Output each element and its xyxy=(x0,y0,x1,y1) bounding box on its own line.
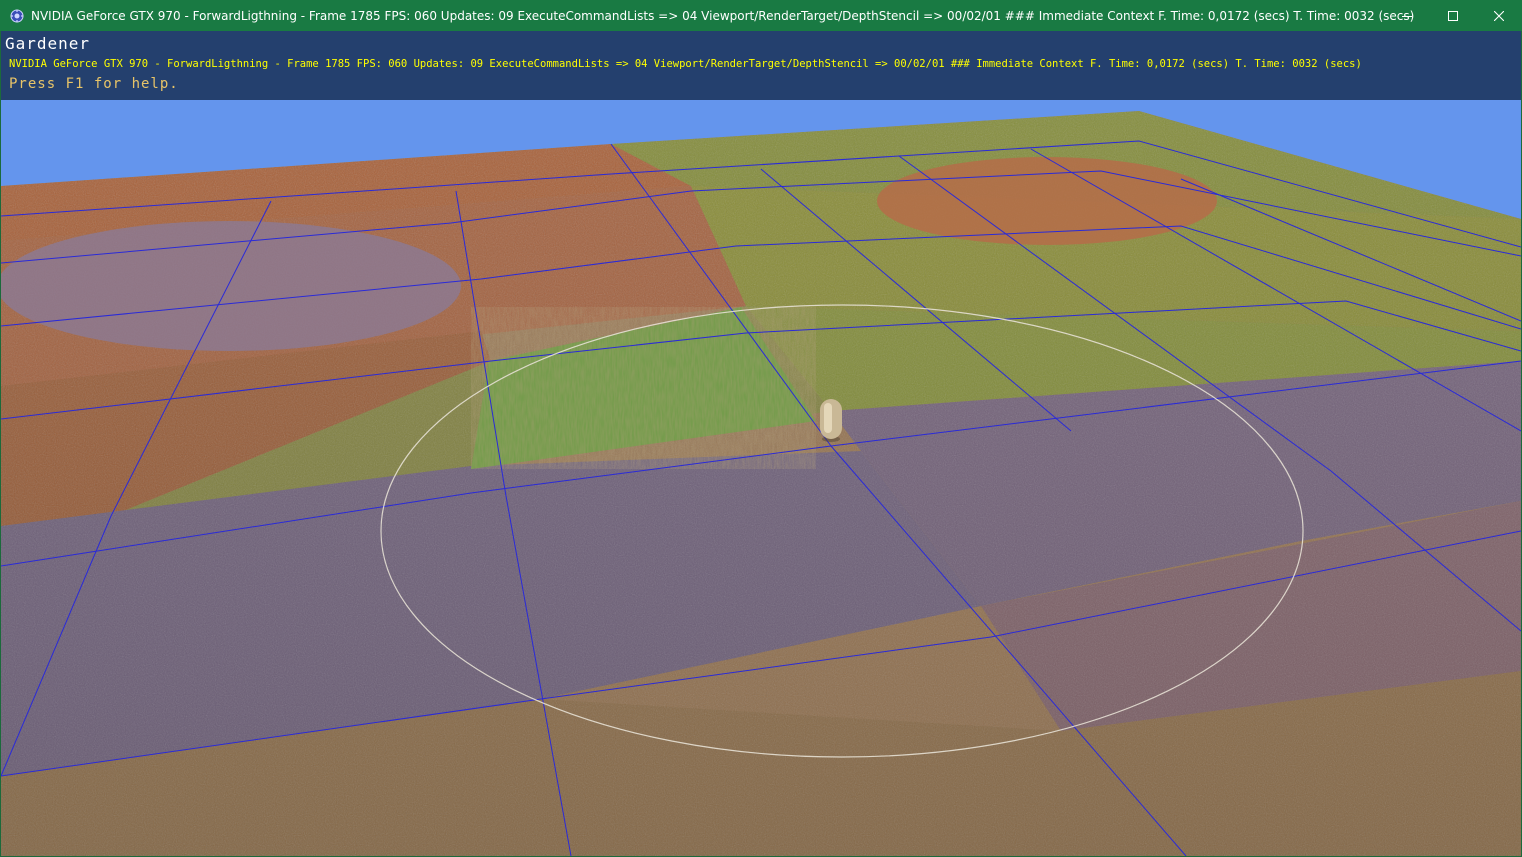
close-icon xyxy=(1494,10,1504,21)
minimize-icon xyxy=(1402,15,1412,17)
render-viewport[interactable]: Gardener NVIDIA GeForce GTX 970 - Forwar… xyxy=(1,31,1521,856)
title-bar[interactable]: NVIDIA GeForce GTX 970 - ForwardLigthnin… xyxy=(0,0,1522,31)
app-window: NVIDIA GeForce GTX 970 - ForwardLigthnin… xyxy=(0,0,1522,857)
frame-stats-text: NVIDIA GeForce GTX 970 - ForwardLigthnin… xyxy=(9,58,1362,70)
hud-overlay: Gardener NVIDIA GeForce GTX 970 - Forwar… xyxy=(1,31,1521,100)
close-button[interactable] xyxy=(1476,0,1522,31)
app-name-label: Gardener xyxy=(5,34,91,53)
app-gear-icon xyxy=(9,8,25,24)
window-title: NVIDIA GeForce GTX 970 - ForwardLigthnin… xyxy=(31,8,1415,23)
minimize-button[interactable] xyxy=(1384,0,1430,31)
help-hint-text: Press F1 for help. xyxy=(9,76,179,92)
terrain-scene[interactable] xyxy=(1,31,1521,856)
maximize-icon xyxy=(1448,10,1458,21)
rock-circle-patch xyxy=(1,221,461,351)
maximize-button[interactable] xyxy=(1430,0,1476,31)
capsule-marker[interactable] xyxy=(820,399,842,442)
terrain-ground xyxy=(1,111,1521,856)
